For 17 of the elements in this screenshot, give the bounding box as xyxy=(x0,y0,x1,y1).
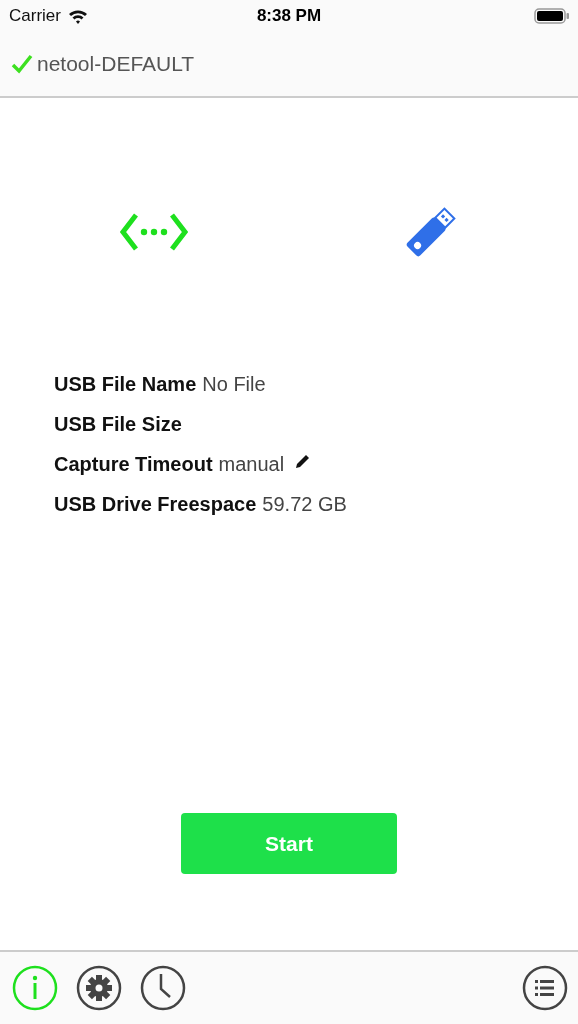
info-label: USB File Name xyxy=(54,373,197,396)
info-value: manual xyxy=(218,453,285,476)
clock-icon[interactable] xyxy=(140,965,186,1011)
battery-icon xyxy=(534,8,570,24)
status-time: 8:38 PM xyxy=(256,6,322,26)
info-label: USB Drive Freespace xyxy=(54,493,257,516)
device-name: netool-DEFAULT xyxy=(37,52,195,76)
info-value: 59.72 GB xyxy=(262,493,347,516)
settings-icon[interactable] xyxy=(76,965,122,1011)
network-icon xyxy=(120,212,188,252)
info-label: Capture Timeout xyxy=(54,453,213,476)
wifi-icon xyxy=(67,8,88,24)
info-value: No File xyxy=(202,373,266,396)
list-icon[interactable] xyxy=(522,965,568,1011)
info-label: USB File Size xyxy=(54,413,182,436)
carrier-name: Carrier xyxy=(9,6,61,26)
start-button[interactable]: Start xyxy=(181,813,397,874)
